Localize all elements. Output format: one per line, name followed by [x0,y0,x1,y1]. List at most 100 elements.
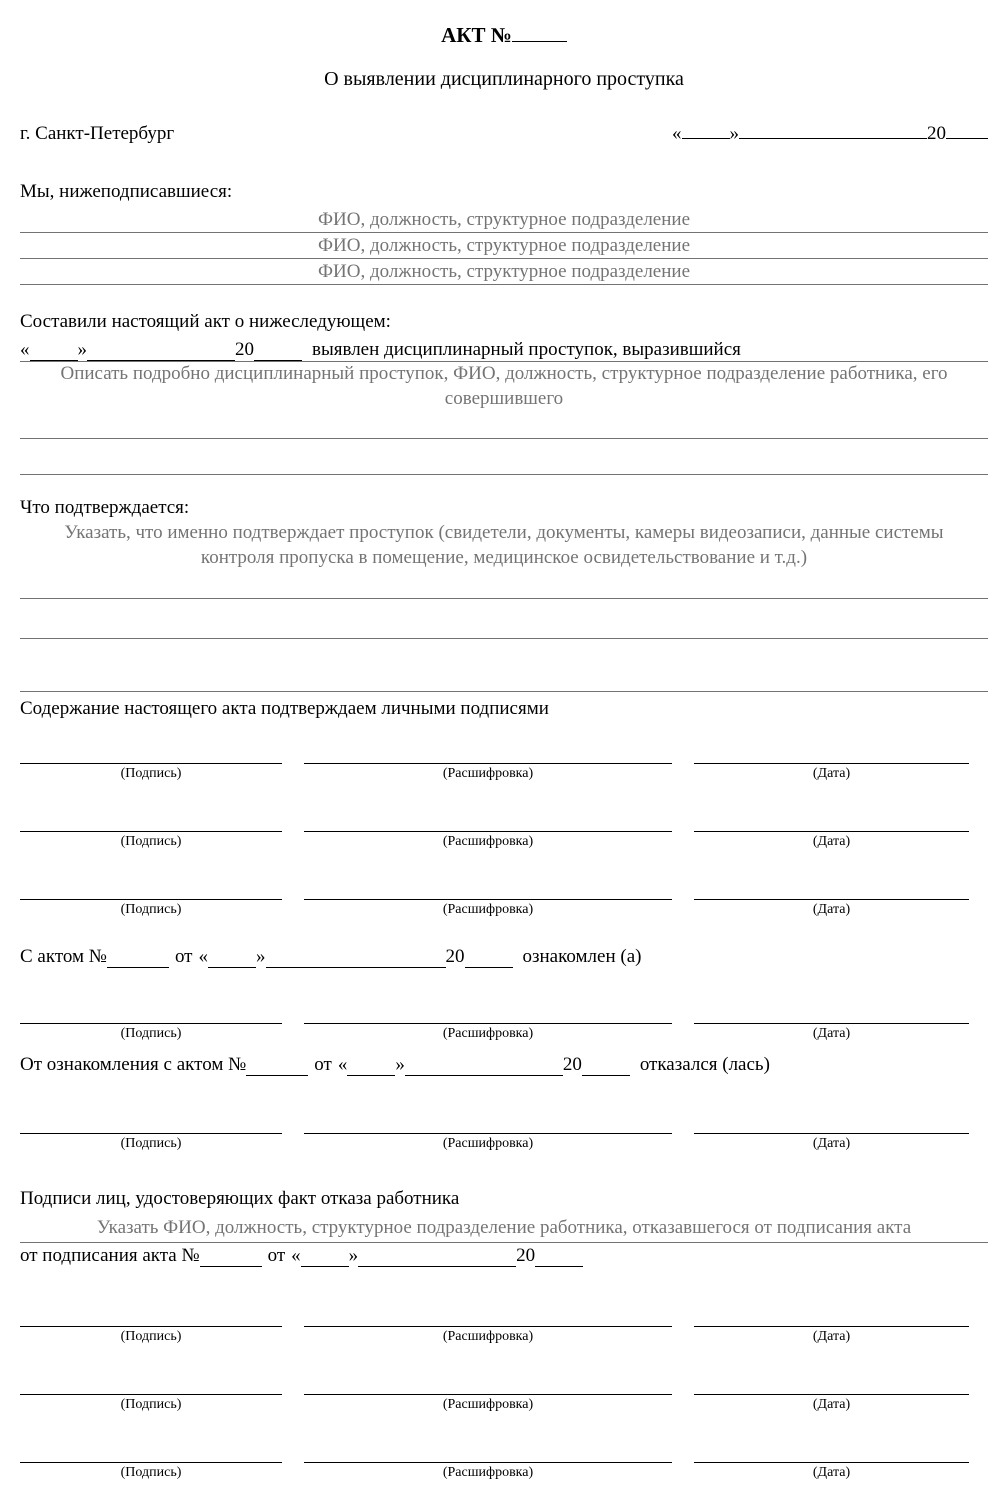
signature-field[interactable] [20,1002,282,1024]
date-field[interactable] [694,1002,969,1024]
title-prefix: АКТ № [441,23,512,47]
quote-open: « [199,946,209,968]
from-word: от [314,1054,332,1076]
signature-label: (Подпись) [121,902,182,918]
year-prefix: 20 [563,1054,582,1076]
refuse-month-field[interactable] [405,1054,563,1076]
signature-field[interactable] [20,742,282,764]
quote-open: « [291,1245,301,1267]
name-label: (Расшифровка) [443,766,533,782]
confirmed-field-1[interactable] [20,573,988,599]
signature-row: (Подпись) (Расшифровка) (Дата) [20,1373,988,1413]
signature-label: (Подпись) [121,1397,182,1413]
date-label: (Дата) [813,834,850,850]
date-field[interactable] [694,742,969,764]
refusal-act-year-field[interactable] [535,1245,583,1267]
refuse-prefix: От ознакомления с актом № [20,1054,246,1076]
signature-row: (Подпись) (Расшифровка) (Дата) [20,1441,988,1481]
name-field[interactable] [304,1002,672,1024]
date-field[interactable] [694,1373,969,1395]
name-field[interactable] [304,810,672,832]
misconduct-hint: Описать подробно дисциплинарный проступо… [20,362,988,411]
signature-label: (Подпись) [121,834,182,850]
quote-close: » [349,1245,359,1267]
city-date-row: г. Санкт-Петербург «»20 [20,117,988,145]
refusal-act-day-field[interactable] [301,1245,349,1267]
signature-field[interactable] [20,1305,282,1327]
signature-row: (Подпись) (Расшифровка) (Дата) [20,1002,988,1042]
misconduct-year-field[interactable] [254,339,302,361]
from-word: от [268,1245,286,1267]
misconduct-date-row: «»20 выявлен дисциплинарный проступок, в… [20,339,988,362]
name-field[interactable] [304,1112,672,1134]
misconduct-day-field[interactable] [30,339,78,361]
name-field[interactable] [304,742,672,764]
name-field[interactable] [304,878,672,900]
signature-row: (Подпись) (Расшифровка) (Дата) [20,878,988,918]
date-label: (Дата) [813,1397,850,1413]
placeholder-text: ФИО, должность, структурное подразделени… [318,235,690,257]
refusal-act-row: от подписания акта № от «»20 [20,1245,988,1267]
misconduct-field-2[interactable] [20,439,988,475]
refusal-act-month-field[interactable] [358,1245,516,1267]
quote-close: » [78,339,88,361]
ack-month-field[interactable] [266,946,446,968]
date-month-field[interactable] [739,117,927,139]
name-label: (Расшифровка) [443,834,533,850]
quote-open: « [338,1054,348,1076]
name-label: (Расшифровка) [443,1397,533,1413]
act-number-field[interactable] [512,20,567,42]
refusal-act-prefix: от подписания акта № [20,1245,200,1267]
placeholder-text: ФИО, должность, структурное подразделени… [318,261,690,283]
date-label: (Дата) [813,1026,850,1042]
city-label: г. Санкт-Петербург [20,123,174,145]
divider [20,691,988,692]
quote-close: » [730,123,740,144]
signature-field[interactable] [20,1112,282,1134]
refuse-suffix: отказался (лась) [640,1054,770,1076]
ack-year-field[interactable] [465,946,513,968]
signature-field[interactable] [20,1441,282,1463]
signature-label: (Подпись) [121,1329,182,1345]
name-label: (Расшифровка) [443,1026,533,1042]
date-field: «»20 [672,117,988,145]
name-field[interactable] [304,1305,672,1327]
document-subtitle: О выявлении дисциплинарного проступка [20,68,988,91]
composed-intro: Составили настоящий акт о нижеследующем: [20,311,988,333]
date-year-field[interactable] [946,117,988,139]
date-day-field[interactable] [682,117,730,139]
name-label: (Расшифровка) [443,1465,533,1481]
signatory-field-1[interactable]: ФИО, должность, структурное подразделени… [20,207,988,233]
date-label: (Дата) [813,1329,850,1345]
refuse-day-field[interactable] [347,1054,395,1076]
date-label: (Дата) [813,902,850,918]
year-prefix: 20 [927,123,946,144]
refusal-sig-intro: Подписи лиц, удостоверяющих факт отказа … [20,1188,988,1210]
date-field[interactable] [694,1441,969,1463]
name-field[interactable] [304,1373,672,1395]
date-field[interactable] [694,1305,969,1327]
misconduct-month-field[interactable] [87,339,235,361]
confirmed-label: Что подтверждается: [20,497,988,519]
date-field[interactable] [694,810,969,832]
signatory-field-2[interactable]: ФИО, должность, структурное подразделени… [20,233,988,259]
signatory-field-3[interactable]: ФИО, должность, структурное подразделени… [20,259,988,285]
signature-field[interactable] [20,810,282,832]
placeholder-text: ФИО, должность, структурное подразделени… [318,209,690,231]
name-label: (Расшифровка) [443,1329,533,1345]
ack-day-field[interactable] [208,946,256,968]
refusal-field-underline [20,1242,988,1243]
signature-label: (Подпись) [121,766,182,782]
name-field[interactable] [304,1441,672,1463]
refusal-act-number-field[interactable] [200,1245,262,1267]
date-field[interactable] [694,878,969,900]
misconduct-field-1[interactable] [20,413,988,439]
signature-field[interactable] [20,878,282,900]
refuse-number-field[interactable] [246,1054,308,1076]
ack-number-field[interactable] [107,946,169,968]
signature-field[interactable] [20,1373,282,1395]
confirmed-field-2[interactable] [20,599,988,639]
refuse-year-field[interactable] [582,1054,630,1076]
year-prefix: 20 [235,339,254,361]
date-field[interactable] [694,1112,969,1134]
